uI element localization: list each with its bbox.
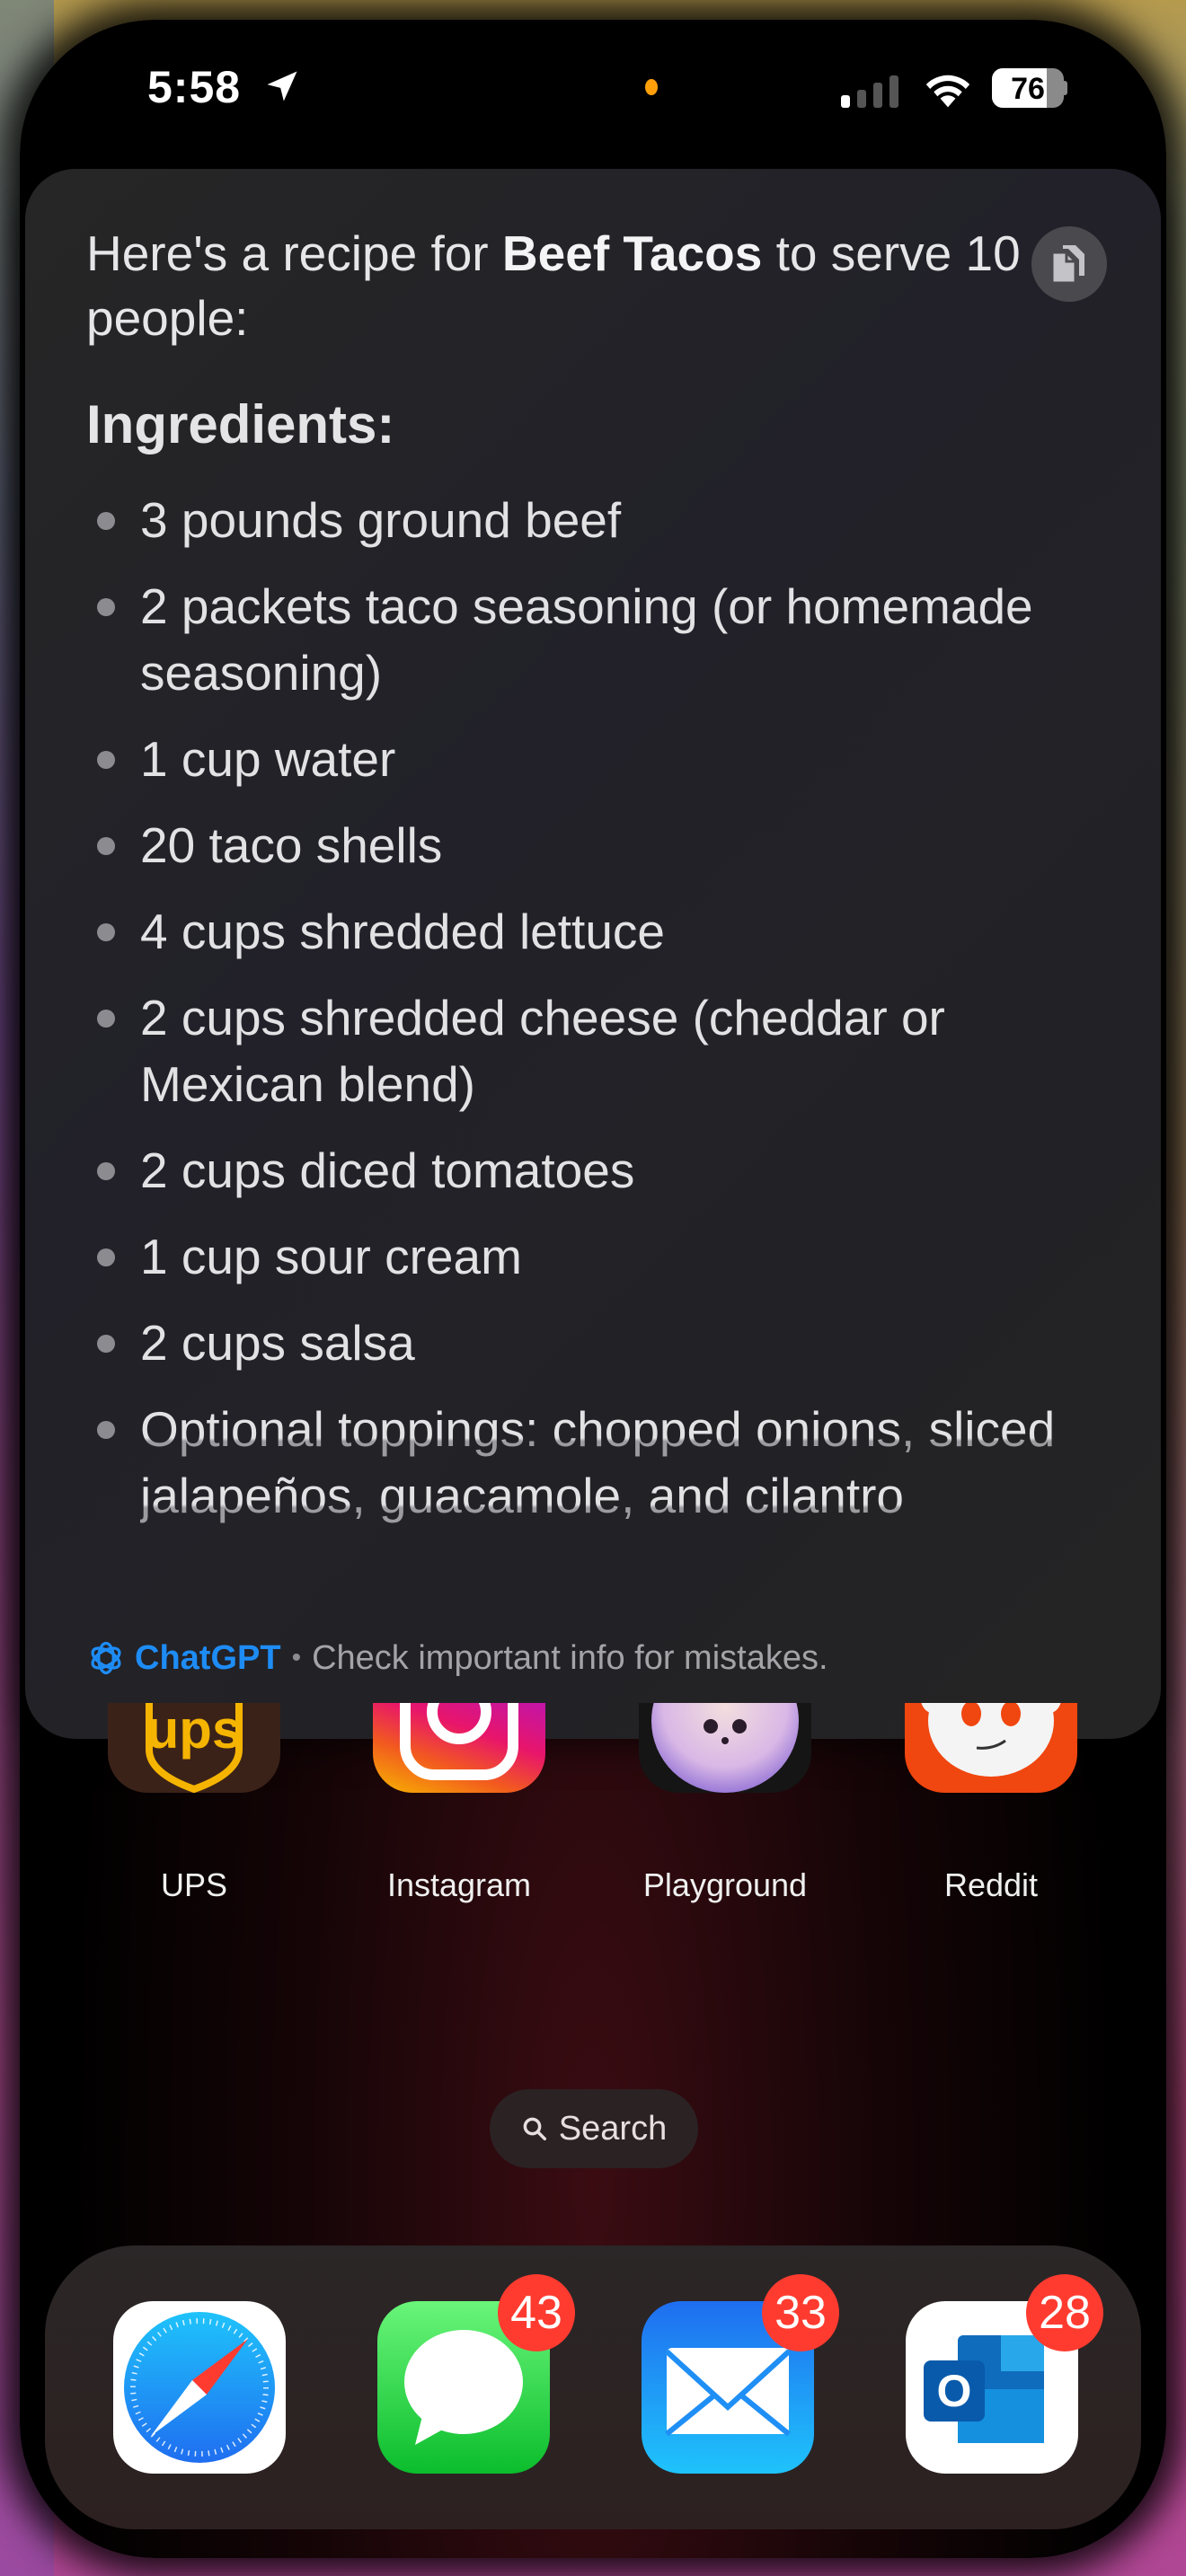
ingredients-list: 3 pounds ground beef 2 packets taco seaso… bbox=[86, 487, 1093, 1548]
ingredient-item: 20 taco shells bbox=[86, 812, 1093, 878]
copy-button[interactable] bbox=[1031, 226, 1107, 302]
bullet-icon bbox=[97, 1335, 115, 1353]
ingredient-item: 4 cups shredded lettuce bbox=[86, 898, 1093, 965]
ingredient-text: 2 cups salsa bbox=[140, 1315, 415, 1371]
bullet-icon bbox=[97, 598, 115, 616]
battery-indicator: 76 bbox=[992, 68, 1067, 108]
footer-separator: • bbox=[291, 1643, 302, 1672]
location-arrow-icon bbox=[267, 71, 297, 101]
dock-app-outlook[interactable]: O 28 bbox=[906, 2274, 1103, 2474]
mail-badge: 33 bbox=[762, 2274, 839, 2351]
ingredient-text: 20 taco shells bbox=[140, 817, 443, 873]
ingredient-item: 2 cups salsa bbox=[86, 1310, 1093, 1376]
copy-icon bbox=[1050, 245, 1084, 285]
bullet-icon bbox=[97, 512, 115, 530]
bullet-icon bbox=[97, 1421, 115, 1439]
dock: 43 33 O 28 bbox=[45, 2245, 1141, 2529]
reddit-icon bbox=[905, 1703, 1077, 1793]
bullet-icon bbox=[97, 837, 115, 855]
safari-icon bbox=[124, 2312, 275, 2463]
bullet-icon bbox=[97, 1248, 115, 1266]
ingredient-text: 2 cups diced tomatoes bbox=[140, 1142, 635, 1198]
response-footer: ChatGPT • Check important info for mista… bbox=[86, 1638, 828, 1678]
ingredient-item: 2 packets taco seasoning (or homemade se… bbox=[86, 573, 1093, 706]
disclaimer-text: Check important info for mistakes. bbox=[312, 1638, 828, 1677]
recipe-name: Beef Tacos bbox=[501, 225, 763, 281]
ingredient-text: 4 cups shredded lettuce bbox=[140, 904, 665, 959]
battery-percent: 76 bbox=[1011, 72, 1045, 106]
outlook-badge: 28 bbox=[1026, 2274, 1103, 2351]
chatgpt-brand-link[interactable]: ChatGPT bbox=[135, 1639, 281, 1678]
ingredient-item: Optional toppings: chopped onions, slice… bbox=[86, 1396, 1093, 1529]
dock-app-messages[interactable]: 43 bbox=[377, 2274, 575, 2474]
ingredient-text: 2 cups shredded cheese (cheddar or Mexic… bbox=[140, 990, 945, 1112]
bullet-icon bbox=[97, 1162, 115, 1180]
ingredients-heading: Ingredients: bbox=[86, 394, 395, 454]
svg-text:O: O bbox=[937, 2366, 972, 2416]
spotlight-search-button[interactable]: Search bbox=[490, 2089, 698, 2168]
playground-icon bbox=[639, 1703, 811, 1793]
ingredient-item: 1 cup sour cream bbox=[86, 1223, 1093, 1290]
ingredient-text: 3 pounds ground beef bbox=[140, 492, 622, 548]
svg-text:ups: ups bbox=[146, 1703, 243, 1760]
ingredient-item: 2 cups diced tomatoes bbox=[86, 1137, 1093, 1204]
camera-in-use-indicator bbox=[645, 79, 658, 95]
response-intro: Here's a recipe for Beef Tacos to serve … bbox=[86, 225, 1021, 346]
bullet-icon bbox=[97, 751, 115, 769]
cellular-signal-icon bbox=[841, 75, 904, 108]
ingredient-text: 1 cup water bbox=[140, 731, 396, 787]
wifi-icon bbox=[925, 75, 970, 108]
instagram-icon bbox=[373, 1703, 545, 1793]
ingredient-item: 3 pounds ground beef bbox=[86, 487, 1093, 553]
search-icon bbox=[523, 2117, 546, 2140]
status-time: 5:58 bbox=[147, 62, 242, 112]
dock-app-safari[interactable] bbox=[113, 2301, 286, 2474]
ingredient-text: 2 packets taco seasoning (or homemade se… bbox=[140, 578, 1033, 701]
messages-badge: 43 bbox=[498, 2274, 575, 2351]
dock-app-mail[interactable]: 33 bbox=[642, 2274, 839, 2474]
ingredient-item: 2 cups shredded cheese (cheddar or Mexic… bbox=[86, 984, 1093, 1117]
bullet-icon bbox=[97, 923, 115, 941]
bullet-icon bbox=[97, 1010, 115, 1028]
ingredient-text: Optional toppings: chopped onions, slice… bbox=[140, 1401, 1056, 1523]
home-app-row: ups UPS Instagram Playground Reddit bbox=[0, 1703, 1186, 1919]
ingredient-text: 1 cup sour cream bbox=[140, 1229, 522, 1284]
ingredient-item: 1 cup water bbox=[86, 726, 1093, 792]
dynamic-island bbox=[428, 38, 760, 137]
search-label: Search bbox=[558, 2109, 668, 2148]
ups-icon: ups bbox=[108, 1703, 280, 1793]
status-bar: 5:58 76 bbox=[0, 38, 1186, 137]
chatgpt-logo-icon bbox=[91, 1641, 121, 1675]
chatgpt-response-card[interactable]: Here's a recipe for Beef Tacos to serve … bbox=[25, 169, 1161, 1739]
